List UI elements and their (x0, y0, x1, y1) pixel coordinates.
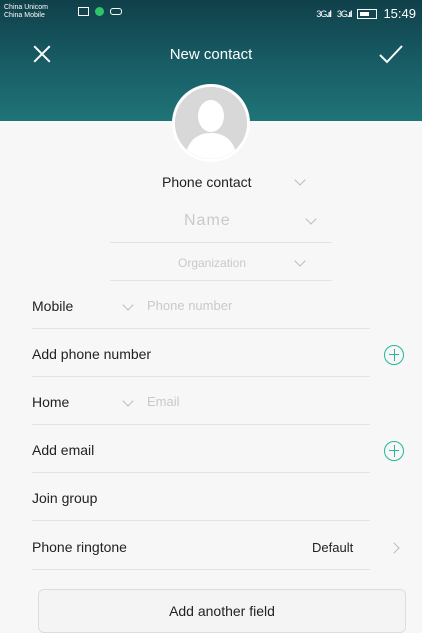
chevron-down-icon[interactable] (122, 299, 134, 311)
clock: 15:49 (383, 6, 416, 21)
divider (32, 328, 370, 329)
divider (32, 520, 370, 521)
signal-icon-2: 3G.ıl (336, 8, 352, 19)
account-label: Phone contact (162, 174, 252, 190)
app-notification-icon (95, 7, 104, 16)
divider (110, 242, 332, 243)
name-field[interactable]: Name (184, 212, 317, 230)
add-email-button[interactable]: Add email (32, 442, 94, 458)
divider (32, 472, 370, 473)
chevron-right-icon[interactable] (388, 542, 400, 554)
add-phone-number-button[interactable]: Add phone number (32, 346, 151, 362)
message-icon (110, 8, 122, 15)
page-title: New contact (169, 46, 253, 63)
chevron-down-icon (305, 213, 317, 225)
email-type-label[interactable]: Home (32, 394, 69, 410)
carrier-2: China Mobile (4, 12, 45, 19)
divider (110, 280, 332, 281)
check-icon[interactable] (378, 44, 404, 64)
chevron-down-icon (293, 174, 306, 186)
battery-icon (357, 8, 378, 19)
join-group-button[interactable]: Join group (32, 490, 97, 506)
email-input[interactable]: Email (147, 394, 180, 409)
add-another-field-button[interactable]: Add another field (38, 589, 406, 633)
add-phone-icon[interactable] (384, 345, 404, 365)
chevron-down-icon (294, 255, 306, 267)
divider (32, 376, 370, 377)
status-bar: China Unicom China Mobile 3G.ıl 3G.ıl 15… (0, 0, 422, 28)
carrier-1: China Unicom (4, 4, 48, 11)
divider (32, 569, 370, 570)
chevron-down-icon[interactable] (122, 395, 134, 407)
organization-placeholder: Organization (178, 256, 247, 270)
add-email-icon[interactable] (384, 441, 404, 461)
contact-form: Phone contact Name Organization Mobile P… (0, 121, 422, 633)
name-placeholder: Name (184, 212, 231, 229)
phone-number-input[interactable]: Phone number (147, 298, 232, 313)
phone-ringtone-label[interactable]: Phone ringtone (32, 539, 127, 555)
ringtone-value[interactable]: Default (312, 540, 353, 555)
notification-icons (78, 7, 122, 16)
carrier-names: China Unicom China Mobile (4, 4, 48, 20)
divider (32, 424, 370, 425)
signal-icon-1: 3G.ıl (316, 8, 331, 19)
gallery-icon (78, 7, 89, 16)
organization-field[interactable]: Organization (178, 255, 306, 270)
status-right: 3G.ıl 3G.ıl 15:49 (316, 6, 416, 21)
phone-type-label[interactable]: Mobile (32, 298, 73, 314)
account-selector[interactable]: Phone contact (162, 174, 306, 190)
